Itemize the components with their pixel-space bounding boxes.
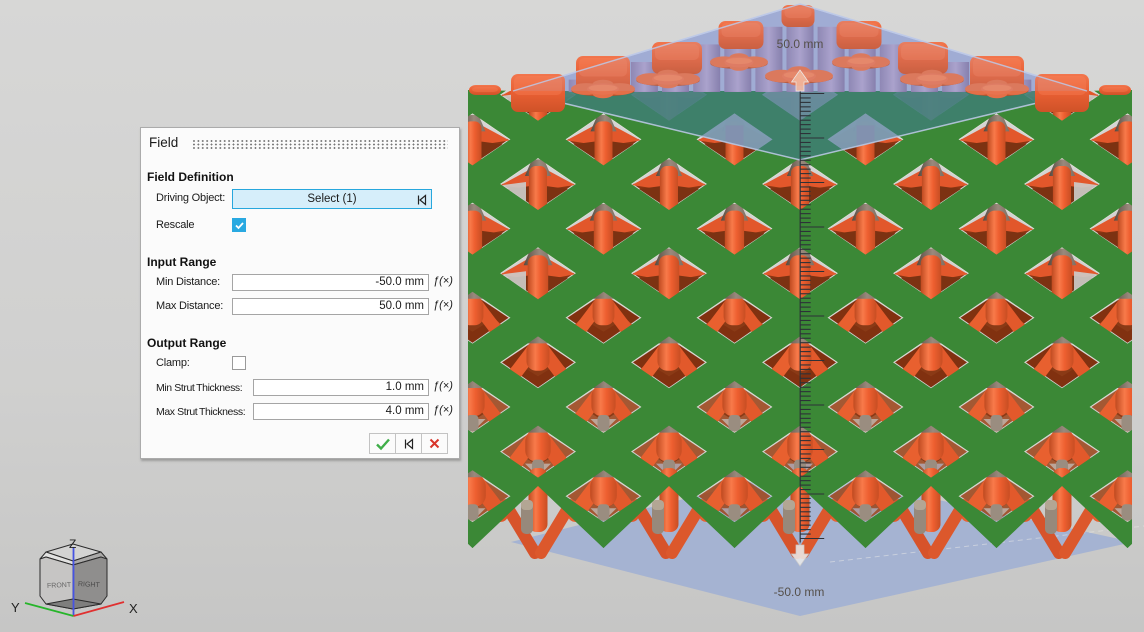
- svg-text:Z: Z: [69, 537, 76, 551]
- svg-text:X: X: [129, 601, 138, 616]
- svg-text:-50.0 mm: -50.0 mm: [774, 585, 825, 599]
- svg-text:RIGHT: RIGHT: [78, 581, 101, 589]
- svg-text:FRONT: FRONT: [47, 582, 72, 590]
- svg-text:Y: Y: [11, 600, 20, 615]
- svg-text:50.0 mm: 50.0 mm: [777, 37, 824, 51]
